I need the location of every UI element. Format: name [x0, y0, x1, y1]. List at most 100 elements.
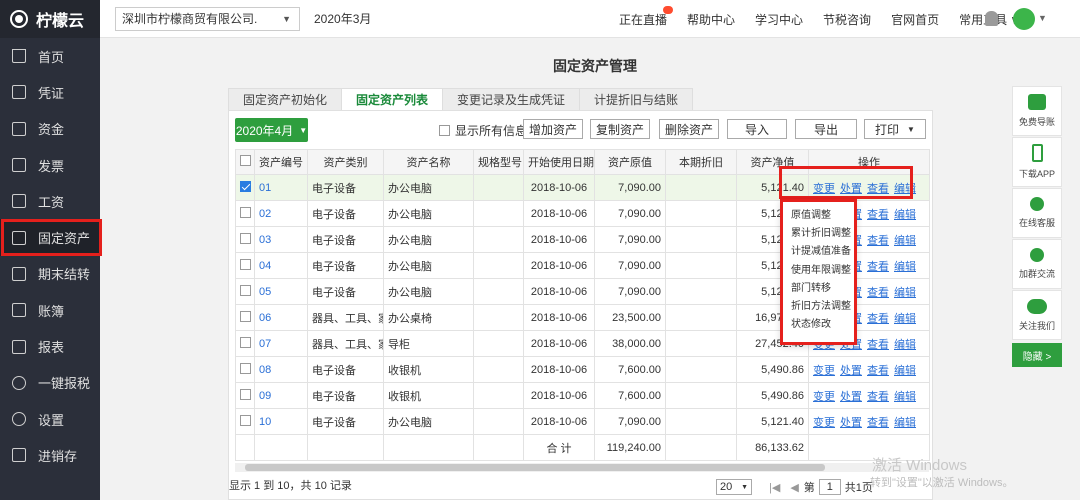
page-size-select[interactable]: 20 ▼ [716, 479, 752, 495]
edit-link[interactable]: 编辑 [894, 417, 916, 429]
row-select-cell[interactable] [235, 252, 255, 279]
view-link[interactable]: 查看 [867, 365, 889, 377]
dropdown-item[interactable]: 累计折旧调整 [783, 225, 854, 243]
page-input[interactable]: 1 [818, 479, 841, 495]
horizontal-scrollbar[interactable] [235, 463, 929, 472]
sidebar-item-tax[interactable]: 一键报税 [0, 365, 100, 401]
row-select-cell[interactable] [235, 200, 255, 227]
checkbox-icon[interactable] [240, 388, 251, 400]
company-select[interactable]: 深圳市柠檬商贸有限公司. ▼ [115, 6, 300, 31]
change-link[interactable]: 变更 [813, 183, 835, 195]
dropdown-item[interactable]: 原值调整 [783, 207, 854, 225]
asset-code[interactable]: 07 [254, 330, 308, 357]
add-asset-button[interactable]: 增加资产 [523, 119, 583, 139]
dropdown-item[interactable]: 使用年限调整 [783, 262, 854, 280]
sidebar-item-report[interactable]: 报表 [0, 328, 100, 364]
checkbox-icon[interactable] [240, 362, 251, 374]
asset-code[interactable]: 01 [254, 174, 308, 201]
row-select-cell[interactable] [235, 330, 255, 357]
edit-link[interactable]: 编辑 [894, 261, 916, 273]
link-help[interactable]: 帮助中心 [687, 11, 735, 28]
download-app-widget[interactable]: 下载APP [1012, 137, 1062, 187]
sidebar-item-fund[interactable]: 资金 [0, 111, 100, 147]
sidebar-item-fixed-asset[interactable]: 固定资产 [0, 219, 102, 257]
table-row[interactable]: 09 电子设备 收银机 2018-10-06 7,600.00 5,490.86 变更 处置查… [235, 382, 930, 409]
follow-us-widget[interactable]: 关注我们 [1012, 290, 1062, 340]
change-link[interactable]: 变更 [813, 365, 835, 377]
asset-code[interactable]: 04 [254, 252, 308, 279]
import-button[interactable]: 导入 [727, 119, 787, 139]
dispose-link[interactable]: 处置 [840, 391, 862, 403]
prev-page-icon[interactable]: ◀ [790, 481, 798, 494]
checkbox-icon[interactable] [240, 155, 251, 166]
dropdown-item[interactable]: 折旧方法调整 [783, 298, 854, 316]
sidebar-item-invoice[interactable]: 发票 [0, 147, 100, 183]
asset-code[interactable]: 02 [254, 200, 308, 227]
asset-code[interactable]: 05 [254, 278, 308, 305]
dropdown-item[interactable]: 计提减值准备 [783, 243, 854, 261]
row-select-cell[interactable] [235, 278, 255, 305]
checkbox-icon[interactable] [240, 206, 251, 218]
edit-link[interactable]: 编辑 [894, 235, 916, 247]
select-all-cell[interactable] [235, 149, 255, 175]
checkbox-icon[interactable] [240, 258, 251, 270]
join-group-widget[interactable]: 加群交流 [1012, 239, 1062, 289]
sidebar-item-ledger[interactable]: 账簿 [0, 292, 100, 328]
view-link[interactable]: 查看 [867, 183, 889, 195]
sidebar-item-home[interactable]: 首页 [0, 38, 100, 74]
copy-asset-button[interactable]: 复制资产 [590, 119, 650, 139]
dropdown-item[interactable]: 部门转移 [783, 280, 854, 298]
brand-logo[interactable]: 柠檬云 [0, 0, 100, 38]
view-link[interactable]: 查看 [867, 313, 889, 325]
view-link[interactable]: 查看 [867, 339, 889, 351]
print-button[interactable]: 打印 ▼ [864, 119, 926, 139]
tab-initialize[interactable]: 固定资产初始化 [228, 88, 343, 110]
edit-link[interactable]: 编辑 [894, 365, 916, 377]
scrollbar-thumb[interactable] [245, 464, 825, 471]
checkbox-icon[interactable] [240, 336, 251, 348]
dispose-link[interactable]: 处置 [840, 417, 862, 429]
change-link[interactable]: 变更 [813, 391, 835, 403]
link-website[interactable]: 官网首页 [891, 11, 939, 28]
month-select[interactable]: 2020年4月 ▼ [235, 118, 308, 142]
edit-link[interactable]: 编辑 [894, 183, 916, 195]
asset-code[interactable]: 09 [254, 382, 308, 409]
view-link[interactable]: 查看 [867, 235, 889, 247]
row-select-cell[interactable] [235, 382, 255, 409]
checkbox-icon[interactable] [240, 232, 251, 244]
avatar[interactable] [1013, 8, 1035, 30]
edit-link[interactable]: 编辑 [894, 313, 916, 325]
table-row[interactable]: 01 电子设备 办公电脑 2018-10-06 7,090.00 5,121.40 变更 处置… [235, 174, 930, 201]
row-select-cell[interactable] [235, 226, 255, 253]
edit-link[interactable]: 编辑 [894, 391, 916, 403]
table-row[interactable]: 10 电子设备 办公电脑 2018-10-06 7,090.00 5,121.40 变更 处置… [235, 408, 930, 435]
checkbox-icon[interactable] [240, 310, 251, 322]
sidebar-item-voucher[interactable]: 凭证 [0, 74, 100, 110]
export-button[interactable]: 导出 [795, 119, 857, 139]
sidebar-item-settings[interactable]: 设置 [0, 401, 100, 437]
dispose-link[interactable]: 处置 [840, 365, 862, 377]
online-service-widget[interactable]: 在线客服 [1012, 188, 1062, 238]
row-select-cell[interactable] [235, 356, 255, 383]
row-select-cell[interactable] [235, 408, 255, 435]
chevron-down-icon[interactable]: ▼ [1038, 13, 1047, 23]
hide-button[interactable]: 隐藏 > [1012, 343, 1062, 367]
asset-code[interactable]: 06 [254, 304, 308, 331]
view-link[interactable]: 查看 [867, 417, 889, 429]
asset-code[interactable]: 10 [254, 408, 308, 435]
link-tax-consult[interactable]: 节税咨询 [823, 11, 871, 28]
table-row[interactable]: 08 电子设备 收银机 2018-10-06 7,600.00 5,490.86 变更 处置查… [235, 356, 930, 383]
checkbox-icon[interactable] [240, 414, 251, 426]
row-select-cell[interactable] [235, 174, 255, 201]
dropdown-item[interactable]: 状态修改 [783, 316, 854, 334]
first-page-icon[interactable]: |◀ [769, 481, 780, 494]
tab-depreciation[interactable]: 计提折旧与结账 [579, 88, 694, 110]
show-all-checkbox[interactable]: 显示所有信息 [439, 122, 527, 139]
sidebar-item-period-end[interactable]: 期末结转 [0, 256, 100, 292]
edit-link[interactable]: 编辑 [894, 339, 916, 351]
free-import-widget[interactable]: 免费导账 [1012, 86, 1062, 136]
delete-asset-button[interactable]: 删除资产 [659, 119, 719, 139]
sidebar-item-inventory[interactable]: 进销存 [0, 437, 100, 473]
checkbox-icon[interactable] [439, 125, 450, 136]
view-link[interactable]: 查看 [867, 261, 889, 273]
